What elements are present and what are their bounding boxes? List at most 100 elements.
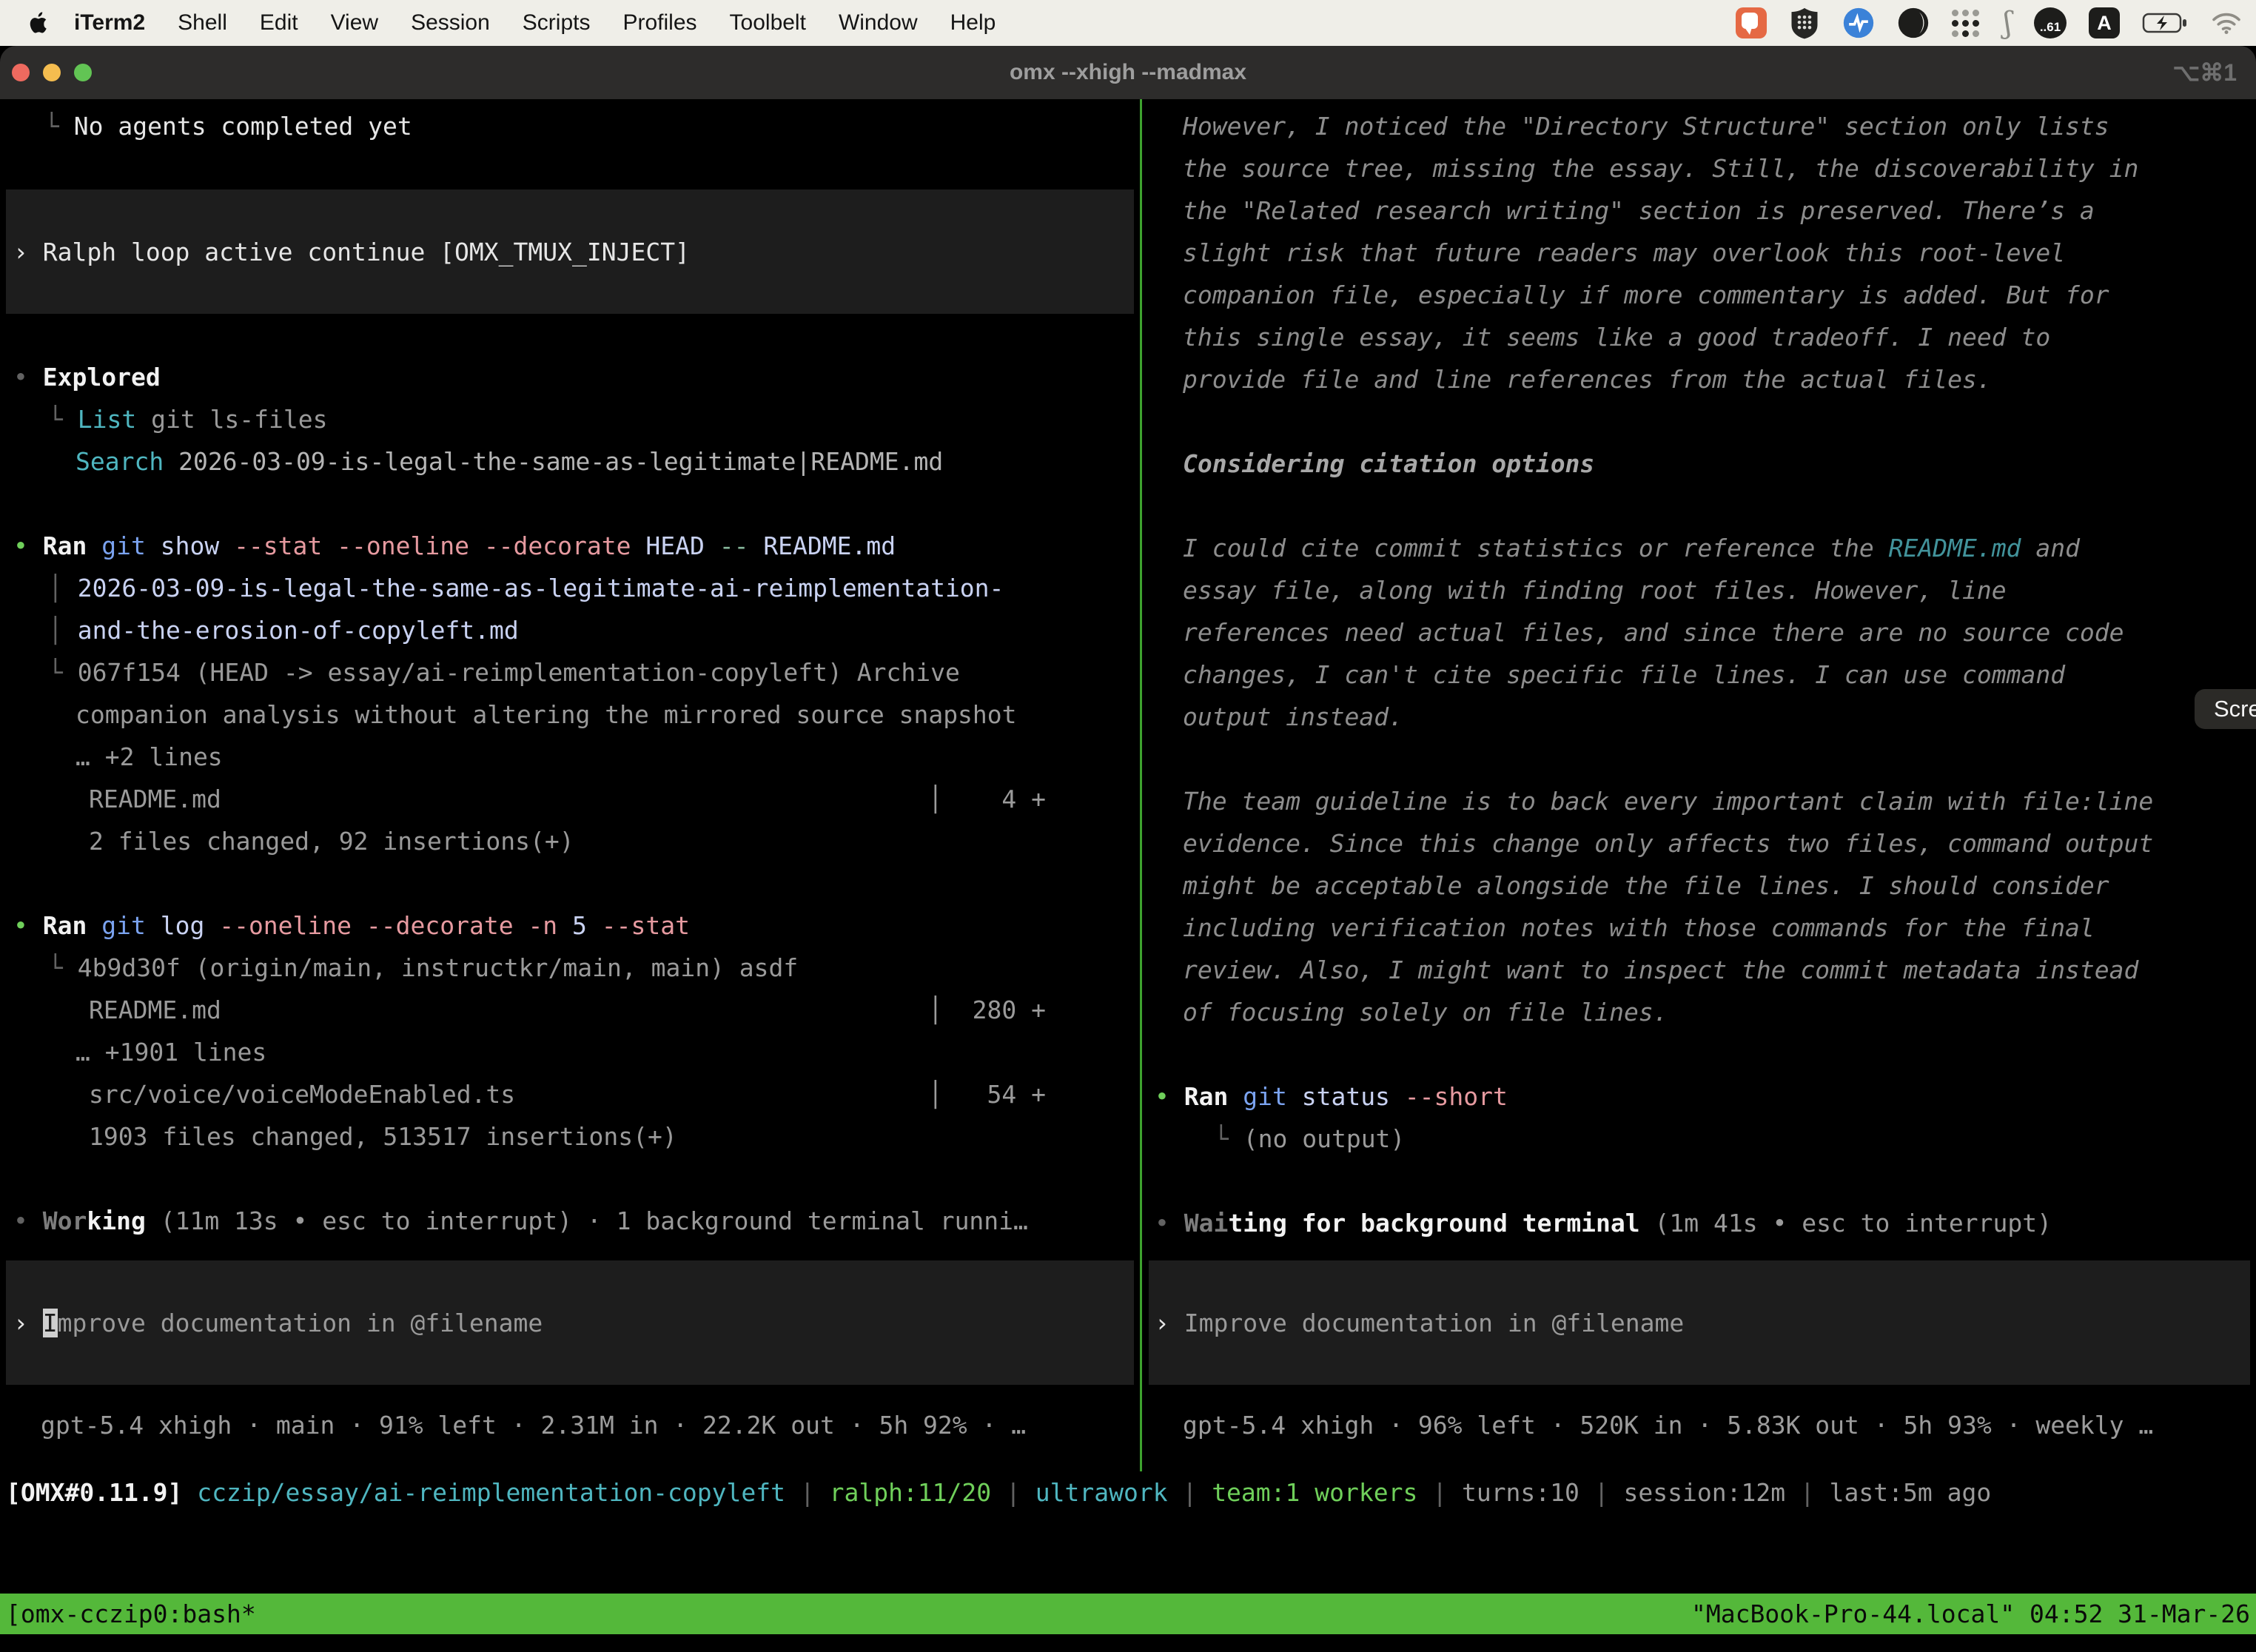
text-segment: log	[161, 911, 219, 940]
apple-menu-icon[interactable]	[27, 11, 50, 35]
tmux-status-bar: [omx-cczip0:bash* "MacBook-Pro-44.local"…	[0, 1594, 2256, 1634]
text-segment: (1m 41s • esc to interrupt)	[1640, 1209, 2052, 1238]
text-segment: and	[2021, 534, 2079, 563]
text-segment: 2026-03-09-is-legal-the-same-as-legitima…	[178, 447, 943, 476]
badge-61-icon[interactable]: ..61	[2034, 7, 2067, 38]
terminal-line: src/voice/voiceModeEnabled.ts│ 54 +	[0, 1073, 1140, 1115]
text-segment: review. Also, I might want to inspect th…	[1183, 956, 2138, 984]
text-segment: mprove documentation in @filename	[58, 1309, 543, 1337]
text-segment: I could cite commit statistics or refere…	[1183, 534, 1889, 563]
text-segment: •	[13, 1206, 43, 1235]
text-segment: the source tree, missing the essay. Stil…	[1183, 154, 2138, 183]
text-segment: |	[1168, 1478, 1212, 1507]
text-segment: essay file, along with finding root file…	[1183, 576, 2007, 605]
text-segment: ›	[1155, 1309, 1184, 1337]
text-segment: │	[48, 616, 78, 645]
text-segment: ›	[13, 1309, 43, 1337]
text-segment: |	[1785, 1478, 1830, 1507]
terminal-line: … +1901 lines	[0, 1031, 1140, 1073]
text-segment: [OMX#0.11.9]	[6, 1478, 197, 1507]
screen-share-popup[interactable]: Scre	[2195, 689, 2256, 729]
text-segment: show	[161, 531, 234, 560]
text-segment: --oneline --decorate	[219, 911, 528, 940]
diffstat-column: │ 54 +	[928, 1073, 1046, 1115]
terminal-line: The team guideline is to back every impo…	[1149, 780, 2256, 822]
menu-item-profiles[interactable]: Profiles	[606, 10, 713, 36]
text-segment: No agents completed yet	[74, 112, 412, 141]
text-segment: |	[1579, 1478, 1624, 1507]
text-segment: └	[48, 405, 78, 434]
text-segment: slight risk that future readers may over…	[1183, 238, 2065, 267]
terminal-line: output instead.	[1149, 696, 2256, 738]
menu-item-window[interactable]: Window	[822, 10, 934, 36]
menu-item-toolbelt[interactable]: Toolbelt	[714, 10, 822, 36]
prompt-input-right[interactable]: › Improve documentation in @filename	[1149, 1260, 2250, 1385]
left-agent-pane[interactable]: └ No agents completed yet › Ralph loop a…	[0, 99, 1140, 1446]
text-segment: •	[1155, 1209, 1184, 1238]
terminal-line: this single essay, it seems like a good …	[1149, 316, 2256, 358]
terminal-line: › Improve documentation in @filename	[1149, 1302, 2256, 1344]
a-icon[interactable]: A	[2089, 7, 2120, 38]
chat-icon[interactable]	[1736, 7, 1767, 38]
text-segment: companion file, especially if more comme…	[1183, 281, 2109, 309]
terminal-line: changes, I can't cite specific file line…	[1149, 654, 2256, 696]
terminal-line: Considering citation options	[1149, 443, 2256, 485]
text-segment: … +2 lines	[75, 742, 223, 771]
text-segment: Ran	[43, 911, 101, 940]
tmux-session-name[interactable]: [omx-cczip0:bash*	[0, 1594, 256, 1634]
squiggle-icon[interactable]: ʃ	[2004, 6, 2012, 40]
terminal-content: └ No agents completed yet › Ralph loop a…	[0, 99, 2256, 1652]
terminal-line: slight risk that future readers may over…	[1149, 232, 2256, 274]
text-segment: |	[1417, 1478, 1462, 1507]
terminal-line: README.md│ 4 +	[0, 778, 1140, 820]
text-segment: turns:10	[1462, 1478, 1579, 1507]
terminal-line	[0, 1158, 1140, 1200]
terminal-line: │ and-the-erosion-of-copyleft.md	[0, 609, 1140, 651]
terminal-line: └ No agents completed yet	[0, 105, 1140, 147]
text-segment: this single essay, it seems like a good …	[1183, 323, 2050, 352]
terminal-line	[1149, 1033, 2256, 1075]
menu-item-shell[interactable]: Shell	[161, 10, 244, 36]
session-status-right: gpt-5.4 xhigh · 96% left · 520K in · 5.8…	[1149, 1404, 2256, 1446]
text-segment: king	[87, 1206, 145, 1235]
terminal-line	[0, 483, 1140, 525]
terminal-line: of focusing solely on file lines.	[1149, 991, 2256, 1033]
pane-divider[interactable]	[1140, 99, 1142, 1471]
terminal-line: references need actual files, and since …	[1149, 611, 2256, 654]
grid-dots-icon[interactable]	[1952, 8, 1981, 38]
omx-status-bar: [OMX#0.11.9] cczip/essay/ai-reimplementa…	[0, 1471, 2256, 1514]
text-cursor: I	[43, 1309, 58, 1337]
menu-item-edit[interactable]: Edit	[244, 10, 315, 36]
menu-item-scripts[interactable]: Scripts	[506, 10, 607, 36]
text-segment: └	[48, 953, 78, 982]
menu-item-view[interactable]: View	[315, 10, 395, 36]
text-segment: ›	[13, 238, 43, 266]
terminal-line: • Ran git log --oneline --decorate -n 5 …	[0, 904, 1140, 947]
terminal-line: README.md│ 280 +	[0, 989, 1140, 1031]
shield-icon[interactable]	[1789, 7, 1820, 39]
right-agent-pane[interactable]: However, I noticed the "Directory Struct…	[1149, 99, 2256, 1446]
terminal-line	[1149, 1160, 2256, 1202]
text-segment: -n	[528, 911, 572, 940]
window-title-bar[interactable]: omx --xhigh --madmax ⌥⌘1	[0, 46, 2256, 100]
text-segment: •	[13, 911, 43, 940]
battery-icon[interactable]	[2142, 11, 2188, 35]
terminal-line: the source tree, missing the essay. Stil…	[1149, 147, 2256, 189]
text-segment: README.md	[763, 531, 896, 560]
moon-icon[interactable]	[1897, 7, 1930, 39]
text-segment: └	[1214, 1124, 1243, 1153]
text-segment: the "Related research writing" section i…	[1183, 196, 2095, 225]
text-segment: |	[991, 1478, 1035, 1507]
text-segment: 2026-03-09-is-legal-the-same-as-legitima…	[78, 574, 1004, 602]
terminal-line: › Improve documentation in @filename	[6, 1302, 1141, 1344]
pulse-icon[interactable]	[1842, 7, 1875, 39]
prompt-input-left[interactable]: › Improve documentation in @filename	[6, 1260, 1134, 1385]
menu-item-session[interactable]: Session	[395, 10, 506, 36]
menu-item-iterm2[interactable]: iTerm2	[58, 10, 161, 36]
terminal-line: • Working (11m 13s • esc to interrupt) ·…	[0, 1200, 1140, 1242]
text-segment: --	[719, 531, 764, 560]
wifi-icon[interactable]	[2210, 10, 2243, 36]
menu-item-help[interactable]: Help	[934, 10, 1013, 36]
terminal-line: • Ran git status --short	[1149, 1075, 2256, 1118]
text-segment: ultrawork	[1035, 1478, 1168, 1507]
